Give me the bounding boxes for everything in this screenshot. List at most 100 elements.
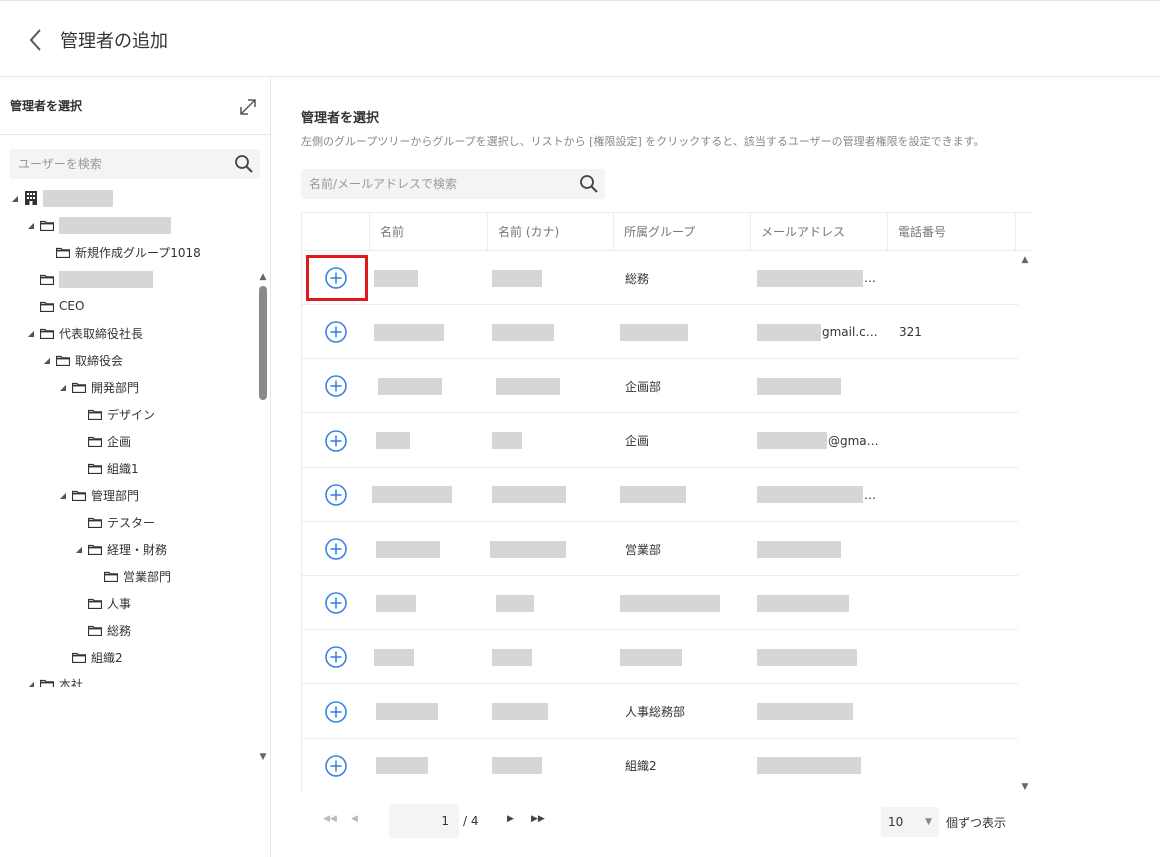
group-label: 企画部: [625, 379, 662, 394]
tree-item[interactable]: 企画: [74, 431, 131, 451]
header-cell-select: [302, 213, 370, 251]
folder-icon: [88, 409, 102, 420]
tree-item[interactable]: ◢: [10, 190, 113, 208]
tree-expand-icon[interactable]: ◢: [58, 491, 68, 500]
cell-kana: [496, 576, 534, 630]
add-admin-button[interactable]: [324, 537, 348, 561]
tree-expand-icon[interactable]: ◢: [26, 680, 36, 688]
page-number-input[interactable]: 1: [389, 804, 459, 838]
redacted-name: [374, 269, 418, 287]
tree-item[interactable]: 人事: [74, 593, 131, 613]
last-page-icon[interactable]: ▶▶: [531, 814, 545, 824]
folder-icon: [72, 382, 86, 393]
redacted-kana: [492, 757, 542, 775]
tree-expand-icon[interactable]: ◢: [26, 221, 36, 230]
page-size-select[interactable]: 10 ▼: [881, 807, 939, 837]
tree-item-label: デザイン: [107, 407, 156, 422]
tree-item-label: 新規作成グループ1018: [75, 245, 201, 260]
tree-item[interactable]: 新規作成グループ1018: [42, 242, 201, 262]
tree-expand-icon[interactable]: ◢: [26, 329, 36, 338]
tree-item[interactable]: ◢ 本社: [26, 674, 83, 687]
expand-button[interactable]: [236, 95, 260, 119]
next-page-icon[interactable]: ▶: [507, 814, 514, 824]
folder-icon: [88, 517, 102, 528]
email-text: gmail.c…: [822, 325, 878, 340]
scroll-down-icon[interactable]: ▼: [258, 752, 268, 762]
tree-item[interactable]: ◢ 開発部門: [58, 377, 139, 397]
tree-expand-icon[interactable]: ◢: [42, 356, 52, 365]
user-table: 名前 名前 (カナ) 所属グループ メールアドレス 電話番号 総務 … gmail.…: [301, 212, 1032, 792]
add-admin-button[interactable]: [324, 374, 348, 398]
add-admin-button[interactable]: [324, 429, 348, 453]
scroll-thumb[interactable]: [259, 286, 267, 400]
add-admin-button[interactable]: [324, 700, 348, 724]
tree-item[interactable]: ◢ 経理・財務: [74, 539, 167, 559]
search-icon[interactable]: [234, 154, 254, 174]
plus-circle-icon: [324, 321, 348, 348]
plus-circle-icon: [324, 646, 348, 673]
tree-expand-icon[interactable]: ◢: [74, 545, 84, 554]
plus-circle-icon: [324, 429, 348, 457]
add-admin-button[interactable]: [324, 591, 348, 615]
folder-icon: [88, 463, 102, 474]
redacted-email: [757, 648, 857, 666]
header-cell-email[interactable]: メールアドレス: [751, 213, 888, 251]
add-admin-button[interactable]: [324, 320, 348, 344]
tree-expand-icon[interactable]: ◢: [10, 194, 20, 203]
scroll-up-icon[interactable]: ▲: [258, 272, 268, 282]
cell-email: [757, 576, 887, 630]
tree-item[interactable]: ◢ 取締役会: [42, 350, 123, 370]
cell-email: [757, 630, 887, 684]
member-search-input[interactable]: [301, 169, 571, 199]
tree-item[interactable]: デザイン: [74, 404, 155, 424]
redacted-kana: [492, 323, 554, 341]
tree-item[interactable]: 総務: [74, 620, 131, 640]
folder-icon: [40, 328, 54, 339]
add-admin-button[interactable]: [324, 754, 348, 778]
tree-item[interactable]: CEO: [26, 296, 84, 316]
redacted-email: [757, 594, 849, 612]
tree-item[interactable]: ◢ 代表取締役社長: [26, 323, 143, 343]
redacted-name: [376, 540, 440, 558]
user-search-input[interactable]: [10, 149, 230, 179]
table-row: 組織2: [302, 739, 1018, 791]
table-row: 企画部: [302, 359, 1018, 414]
redacted-name: [376, 432, 410, 450]
tree-item[interactable]: [26, 269, 153, 289]
tree-expand-icon[interactable]: ◢: [58, 383, 68, 392]
first-page-icon[interactable]: ◀◀: [323, 814, 337, 824]
header-cell-group[interactable]: 所属グループ: [614, 213, 751, 251]
plus-circle-icon: [324, 754, 348, 782]
group-label: 企画: [625, 434, 650, 449]
add-admin-button[interactable]: [324, 483, 348, 507]
add-admin-button[interactable]: [324, 645, 348, 669]
scroll-down-icon[interactable]: ▼: [1020, 782, 1030, 792]
prev-page-icon[interactable]: ◀: [351, 814, 358, 824]
tree-item[interactable]: ◢ 管理部門: [58, 485, 139, 505]
cell-name: [376, 685, 438, 739]
redacted-name: [374, 648, 414, 666]
tree-item[interactable]: 営業部門: [90, 566, 171, 586]
tree-item[interactable]: テスター: [74, 512, 155, 532]
header-cell-phone[interactable]: 電話番号: [888, 213, 1016, 251]
email-text: …: [864, 271, 876, 285]
redacted-label: [43, 190, 113, 207]
divider: [0, 134, 270, 135]
tree-item-label: 総務: [107, 623, 132, 638]
caret-down-icon: ▼: [925, 817, 932, 827]
tree-item[interactable]: 組織1: [74, 458, 139, 478]
table-scrollbar[interactable]: ▲ ▼: [1018, 251, 1032, 792]
folder-icon: [56, 247, 70, 258]
scroll-up-icon[interactable]: ▲: [1020, 255, 1030, 265]
page-total: / 4: [463, 814, 479, 828]
header-cell-kana[interactable]: 名前 (カナ): [488, 213, 614, 251]
cell-kana: [492, 685, 548, 739]
header-cell-name[interactable]: 名前: [370, 213, 488, 251]
tree-item[interactable]: ◢: [26, 215, 171, 235]
back-button[interactable]: [24, 25, 48, 55]
tree-item[interactable]: 組織2: [58, 647, 123, 667]
tree-scrollbar[interactable]: ▲ ▼: [258, 272, 268, 762]
search-icon[interactable]: [579, 174, 599, 194]
cell-email: [757, 739, 887, 791]
cell-email: @gma…: [757, 414, 887, 468]
